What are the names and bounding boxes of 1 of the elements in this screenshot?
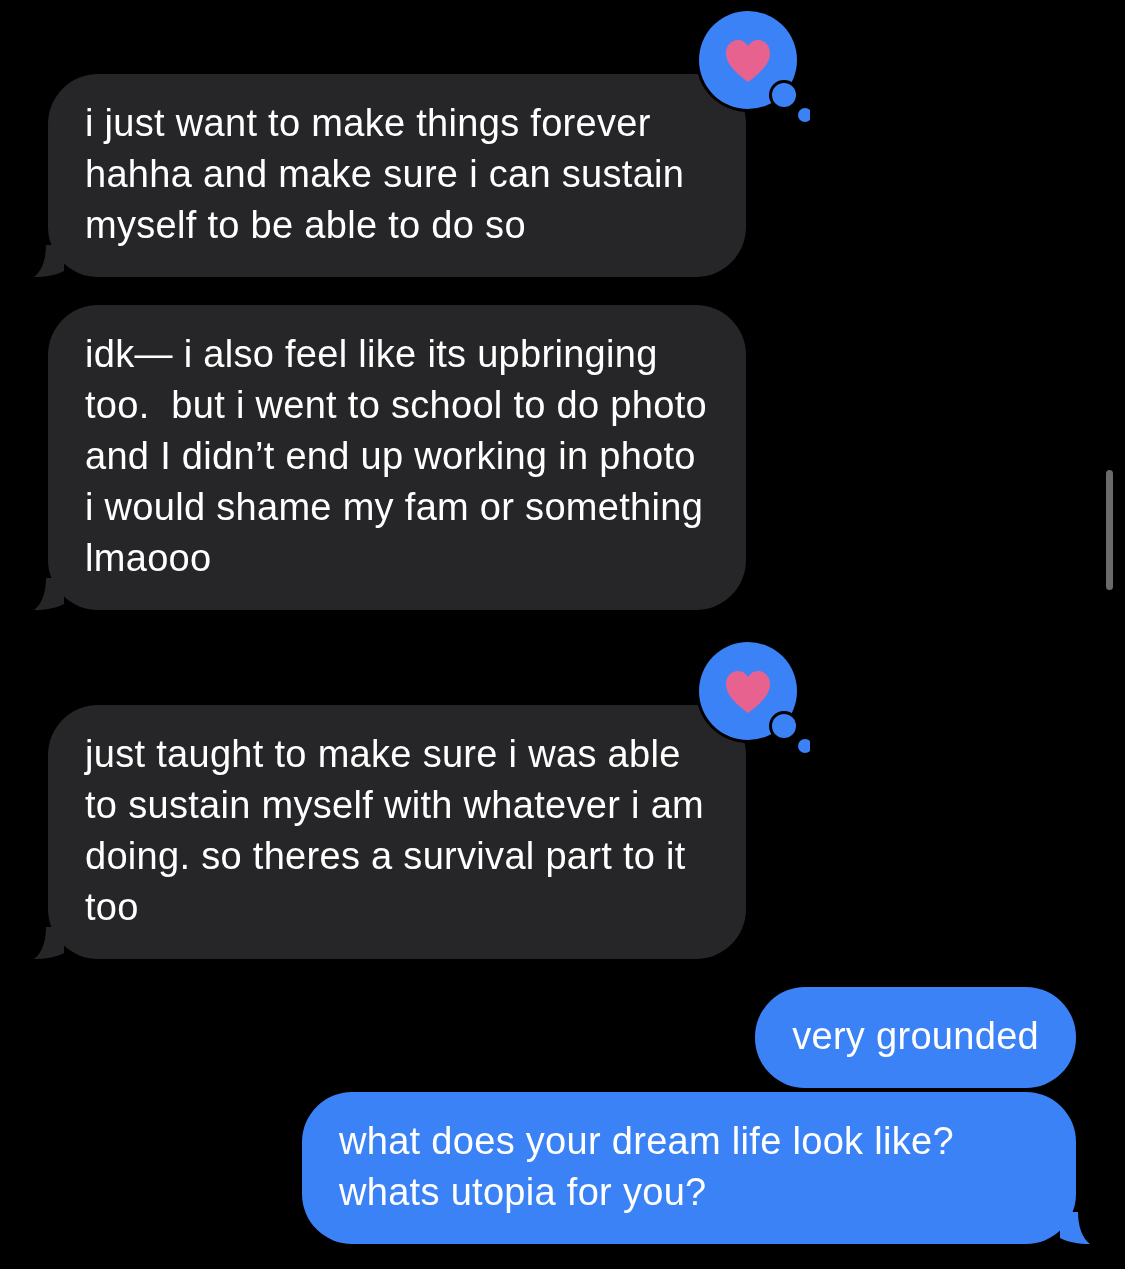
message-bubble: very grounded xyxy=(755,987,1076,1088)
